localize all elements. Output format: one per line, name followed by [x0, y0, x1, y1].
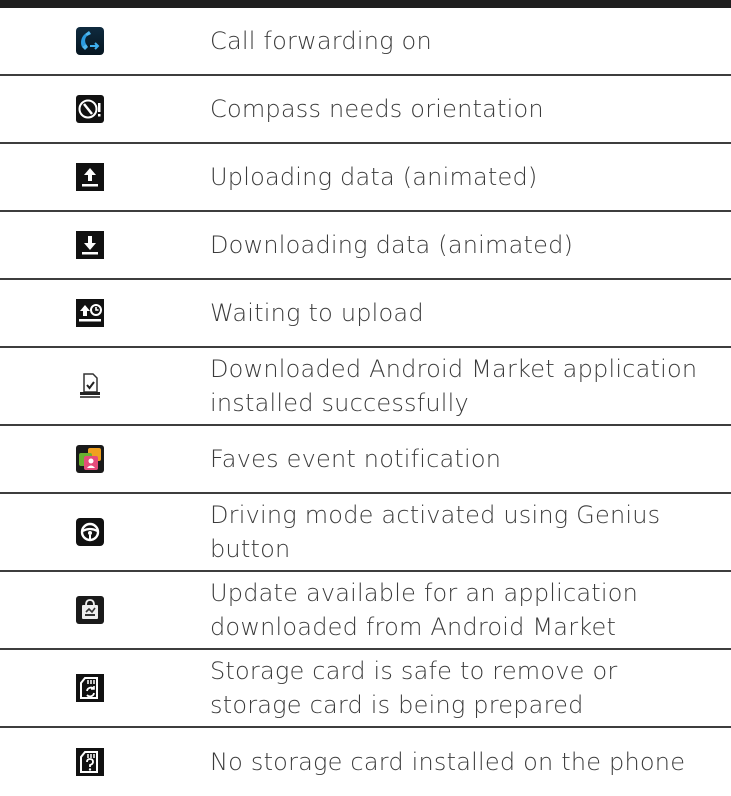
icon-cell — [0, 748, 210, 776]
description: Faves event notification — [210, 445, 502, 473]
table-row: Driving mode activated using Genius butt… — [0, 494, 731, 572]
no-storage-card-icon — [76, 748, 104, 776]
market-update-icon — [76, 596, 104, 624]
icon-cell — [0, 674, 210, 702]
table-row: Faves event notification — [0, 426, 731, 494]
table-row: Uploading data (animated) — [0, 144, 731, 212]
table-row: Downloaded Android Market application in… — [0, 348, 731, 426]
description: Call forwarding on — [210, 27, 432, 55]
icon-cell — [0, 27, 210, 55]
call-forwarding-icon — [76, 27, 104, 55]
icon-cell — [0, 95, 210, 123]
description: Update available for an application down… — [210, 579, 639, 641]
icon-cell — [0, 372, 210, 400]
description: Compass needs orientation — [210, 95, 544, 123]
table-row: Compass needs orientation — [0, 76, 731, 144]
table-row: Waiting to upload — [0, 280, 731, 348]
description: Downloaded Android Market application in… — [210, 355, 698, 417]
status-icon-table: Call forwarding on Compass needs orienta… — [0, 8, 731, 796]
description: Downloading data (animated) — [210, 231, 574, 259]
description: Uploading data (animated) — [210, 163, 538, 191]
icon-cell — [0, 518, 210, 546]
download-icon — [76, 231, 104, 259]
icon-cell — [0, 299, 210, 327]
upload-icon — [76, 163, 104, 191]
icon-cell — [0, 445, 210, 473]
description: Storage card is safe to remove or storag… — [210, 657, 618, 719]
table-row: Downloading data (animated) — [0, 212, 731, 280]
waiting-upload-icon — [76, 299, 104, 327]
market-installed-icon — [80, 373, 100, 398]
compass-warning-icon — [76, 95, 104, 123]
table-row: No storage card installed on the phone — [0, 728, 731, 796]
icon-cell — [0, 596, 210, 624]
description: Waiting to upload — [210, 299, 424, 327]
table-row: Storage card is safe to remove or storag… — [0, 650, 731, 728]
faves-event-icon — [76, 445, 104, 473]
table-row: Call forwarding on — [0, 8, 731, 76]
storage-card-safe-icon — [76, 674, 104, 702]
icon-cell — [0, 231, 210, 259]
description: Driving mode activated using Genius butt… — [210, 501, 661, 563]
driving-mode-icon — [76, 518, 104, 546]
top-rule — [0, 0, 731, 8]
description: No storage card installed on the phone — [210, 748, 686, 776]
icon-cell — [0, 163, 210, 191]
table-row: Update available for an application down… — [0, 572, 731, 650]
